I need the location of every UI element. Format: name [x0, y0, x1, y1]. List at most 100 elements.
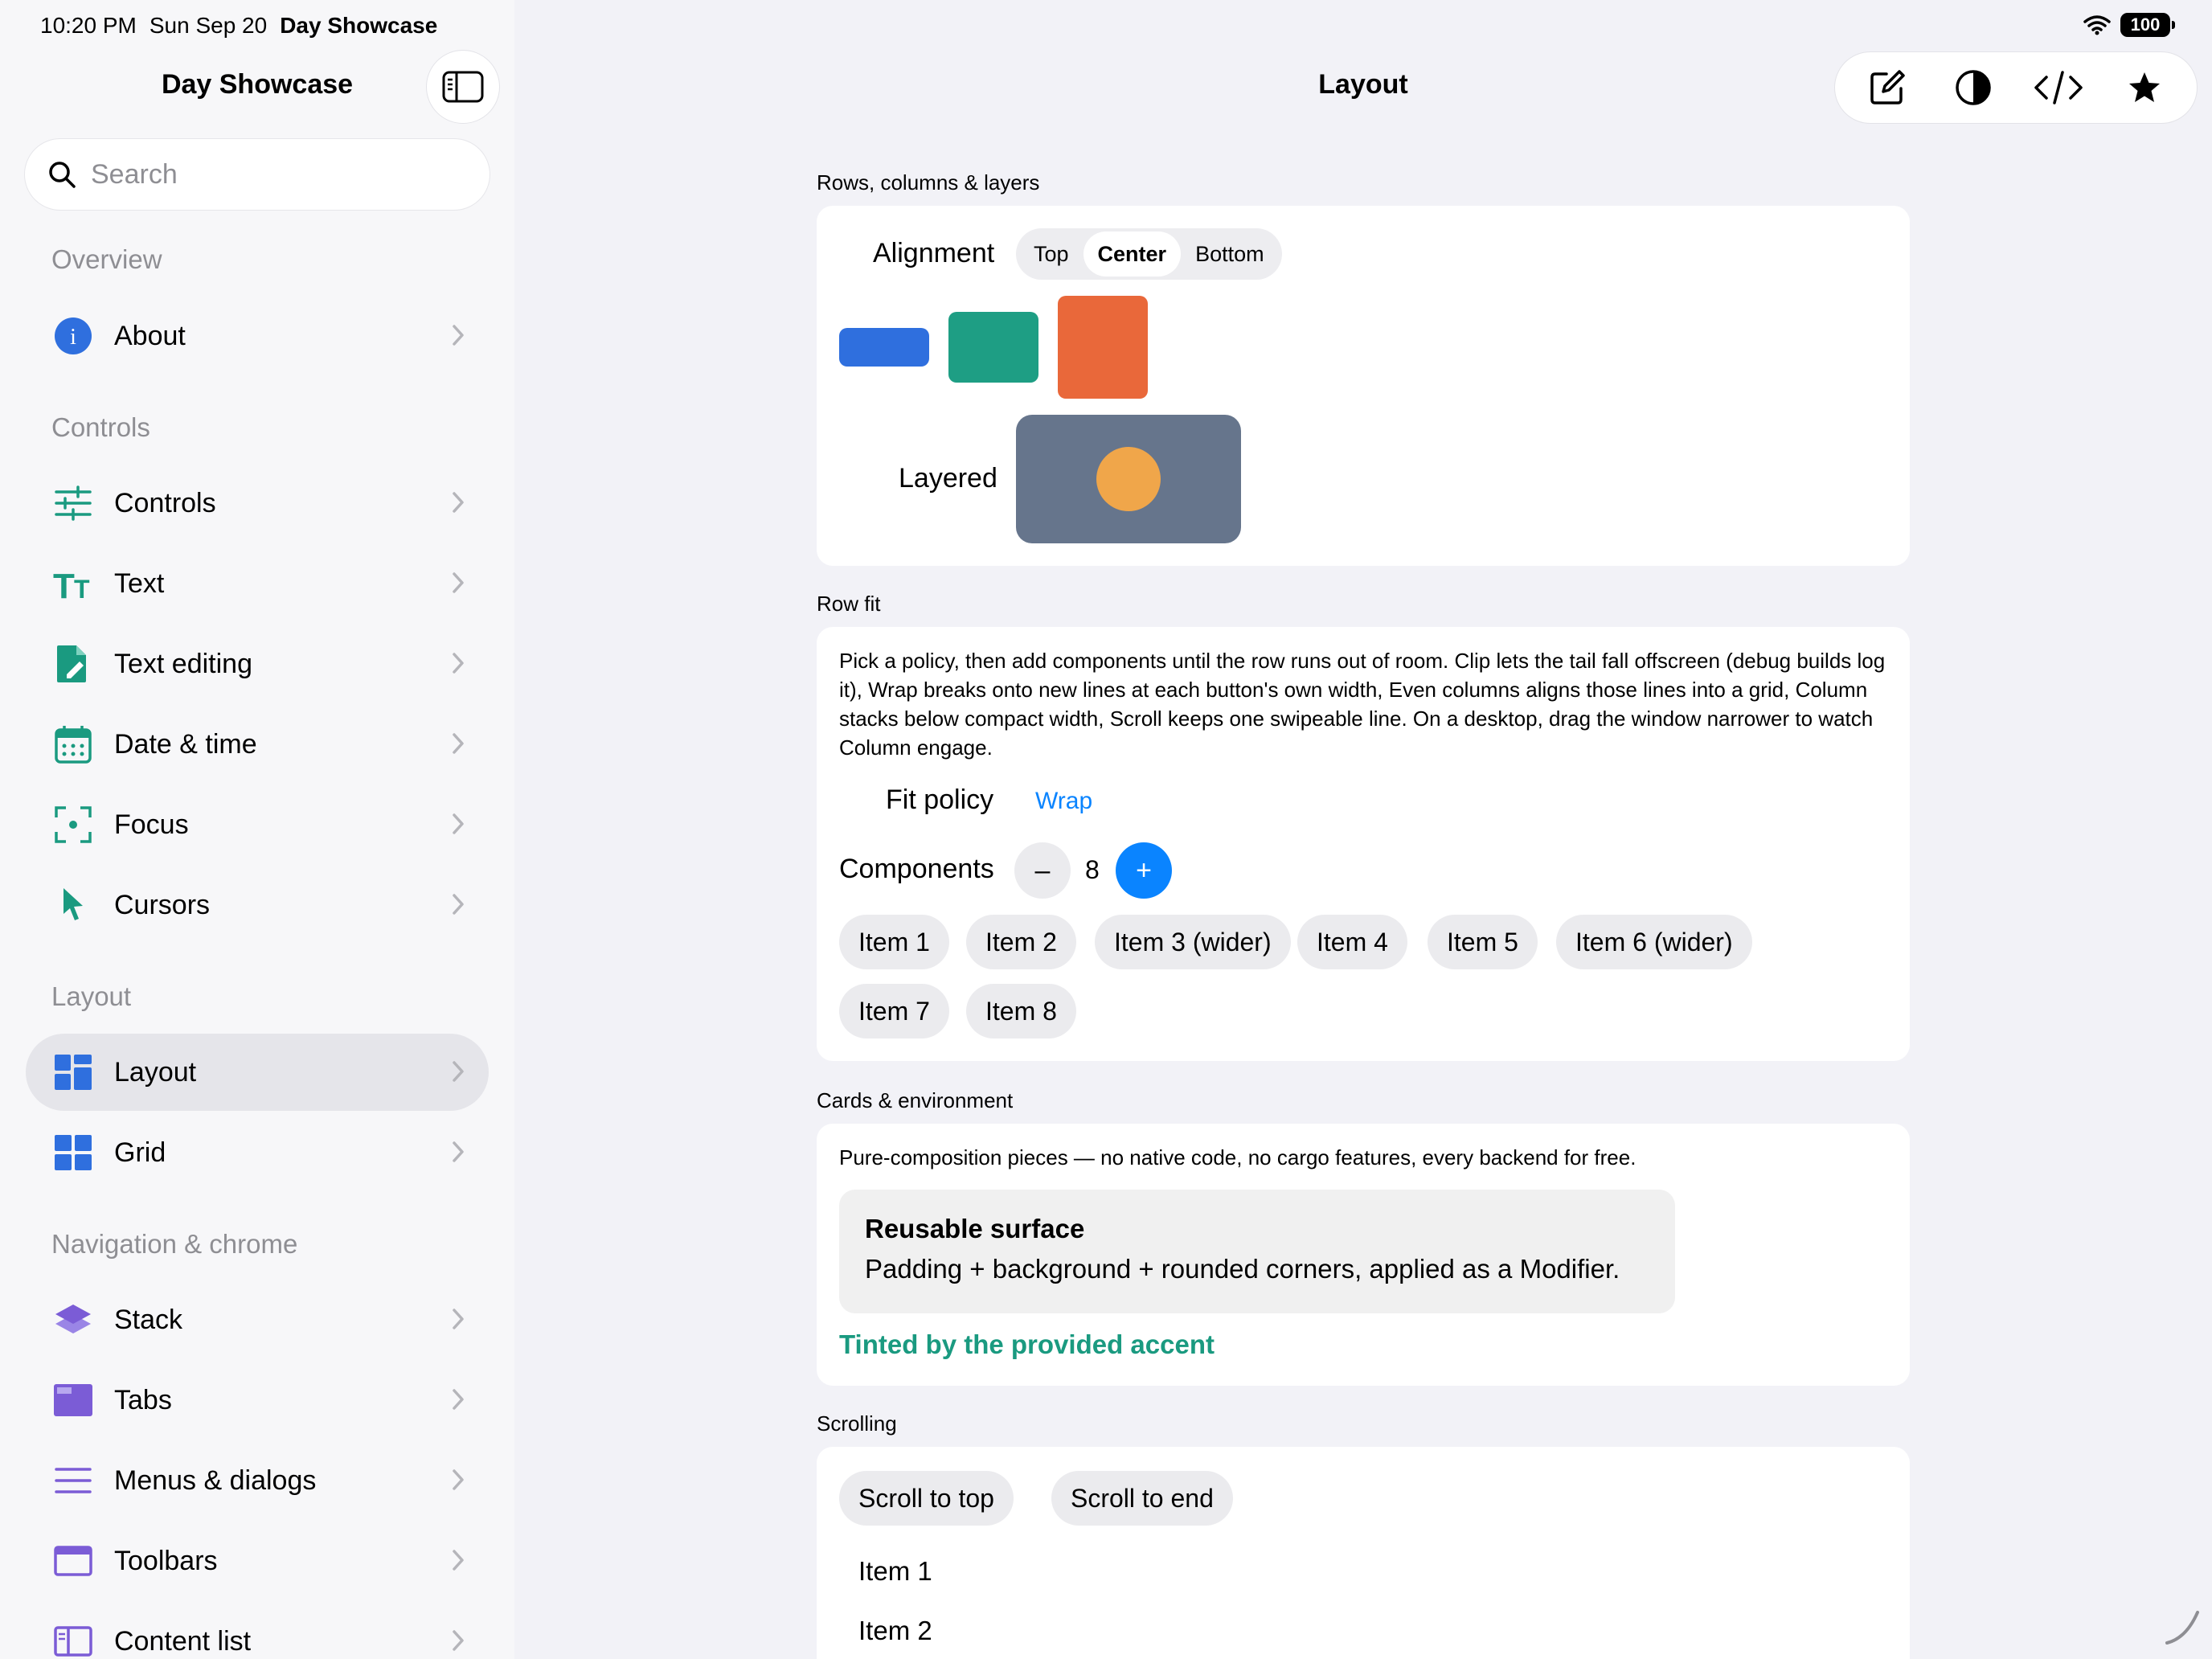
chevron-right-icon	[453, 572, 464, 593]
row-item-chip[interactable]: Item 6 (wider)	[1556, 915, 1752, 969]
sliders-icon	[53, 483, 93, 523]
row-item-chip[interactable]: Item 2	[966, 915, 1076, 969]
star-icon	[2128, 72, 2160, 102]
sidebar-item-text[interactable]: TT Text	[26, 545, 489, 622]
components-count: 8	[1085, 855, 1100, 884]
status-date: Sun Sep 20	[149, 13, 268, 38]
document-edit-icon	[53, 644, 93, 684]
increment-button[interactable]: +	[1116, 842, 1172, 899]
cards-description: Pure-composition pieces — no native code…	[839, 1145, 1636, 1169]
surface-title: Reusable surface	[865, 1214, 1085, 1243]
sidebar-item-label: Cursors	[114, 889, 211, 920]
sidebar-icon	[442, 71, 484, 103]
sidebar-item-label: Date & time	[114, 728, 257, 760]
row-fit-description: Pick a policy, then add components until…	[839, 649, 1886, 760]
section-title-cards: Cards & environment	[817, 1088, 1014, 1112]
row-fit-card: Pick a policy, then add components until…	[817, 627, 1910, 1061]
section-title-rows: Rows, columns & layers	[817, 170, 1040, 195]
status-bar-left: 10:20 PM Sun Sep 20 Day Showcase	[40, 13, 437, 39]
text-size-icon: TT	[53, 563, 93, 604]
chevron-right-icon	[453, 325, 464, 346]
favorite-button[interactable]	[2108, 55, 2181, 120]
sidebar-item-stack[interactable]: Stack	[26, 1281, 489, 1358]
row-item-chip[interactable]: Item 8	[966, 984, 1076, 1038]
row-item-chip[interactable]: Item 3 (wider)	[1095, 915, 1291, 969]
chevron-right-icon	[453, 1550, 464, 1571]
cursor-icon	[53, 885, 93, 925]
search-icon	[49, 162, 76, 188]
layout-icon	[53, 1052, 93, 1092]
chevron-right-icon	[453, 653, 464, 674]
section-header-layout: Layout	[51, 981, 132, 1011]
search-input[interactable]	[91, 158, 461, 190]
stack-icon	[53, 1300, 93, 1340]
alignment-option-center[interactable]: Center	[1083, 231, 1182, 276]
sidebar-item-label: Toolbars	[114, 1545, 218, 1576]
row-item-chip[interactable]: Item 7	[839, 984, 949, 1038]
info-icon: i	[53, 316, 93, 356]
sidebar-item-toolbars[interactable]: Toolbars	[26, 1522, 489, 1600]
green-rectangle	[948, 312, 1038, 383]
sidebar-item-label: Focus	[114, 809, 189, 840]
alignment-segmented-control: Top Center Bottom	[1016, 228, 1282, 280]
focus-icon	[53, 805, 93, 845]
appearance-toggle-button[interactable]	[1937, 55, 2009, 120]
main-content: 100 Layout Rows, columns & layers Alignm…	[514, 0, 2212, 1659]
components-label: Components	[839, 854, 994, 884]
sidebar-item-label: Menus & dialogs	[114, 1464, 317, 1496]
content-list-icon	[53, 1621, 93, 1659]
sidebar-item-about[interactable]: i About	[26, 297, 489, 375]
scroll-to-end-button[interactable]: Scroll to end	[1051, 1471, 1233, 1526]
chevron-right-icon	[453, 1389, 464, 1410]
sidebar-toggle-button[interactable]	[426, 50, 500, 124]
fit-policy-picker[interactable]: Wrap	[1035, 788, 1092, 815]
sidebar-item-cursors[interactable]: Cursors	[26, 866, 489, 944]
chevron-right-icon	[453, 1141, 464, 1162]
row-item-chip[interactable]: Item 1	[839, 915, 949, 969]
scroll-indicator-icon	[2165, 1611, 2199, 1645]
sidebar-item-label: Tabs	[114, 1384, 172, 1415]
sidebar-item-grid[interactable]: Grid	[26, 1114, 489, 1191]
fit-policy-label: Fit policy	[886, 784, 994, 815]
scroll-to-top-button[interactable]: Scroll to top	[839, 1471, 1014, 1526]
sidebar-item-tabs[interactable]: Tabs	[26, 1362, 489, 1439]
scrolling-card: Scroll to top Scroll to end Item 1 Item …	[817, 1447, 1910, 1659]
sidebar-item-controls[interactable]: Controls	[26, 465, 489, 542]
compose-button[interactable]	[1851, 55, 1923, 120]
search-bar[interactable]	[24, 138, 490, 211]
menu-lines-icon	[53, 1460, 93, 1501]
status-bar-right: 100	[2083, 13, 2175, 37]
svg-text:T: T	[74, 575, 90, 601]
layered-label: Layered	[899, 463, 997, 494]
calendar-icon	[53, 724, 93, 764]
alignment-option-bottom[interactable]: Bottom	[1181, 231, 1279, 276]
row-item-chip[interactable]: Item 4	[1297, 915, 1407, 969]
view-code-button[interactable]	[2022, 55, 2095, 120]
chevron-right-icon	[453, 1469, 464, 1490]
chevron-right-icon	[453, 1630, 464, 1651]
blue-rectangle	[839, 328, 929, 367]
sidebar-item-focus[interactable]: Focus	[26, 786, 489, 863]
layered-circle	[1096, 447, 1161, 511]
top-toolbar	[1834, 51, 2198, 124]
sidebar-item-menus-dialogs[interactable]: Menus & dialogs	[26, 1442, 489, 1519]
rows-card: Alignment Top Center Bottom Layered	[817, 206, 1910, 566]
sidebar: 10:20 PM Sun Sep 20 Day Showcase Day Sho…	[0, 0, 514, 1659]
chevron-right-icon	[453, 894, 464, 915]
row-item-chip[interactable]: Item 5	[1428, 915, 1538, 969]
sidebar-item-content-list[interactable]: Content list	[26, 1603, 489, 1659]
sidebar-item-layout[interactable]: Layout	[26, 1034, 489, 1111]
chevron-right-icon	[453, 813, 464, 834]
decrement-button[interactable]: –	[1014, 842, 1071, 899]
sidebar-item-text-editing[interactable]: Text editing	[26, 625, 489, 703]
battery-indicator: 100	[2120, 13, 2175, 37]
surface-body: Padding + background + rounded corners, …	[865, 1254, 1620, 1284]
alignment-label: Alignment	[873, 238, 995, 268]
sidebar-item-label: Content list	[114, 1625, 252, 1657]
sidebar-item-date-time[interactable]: Date & time	[26, 706, 489, 783]
grid-icon	[53, 1133, 93, 1173]
sidebar-item-label: Grid	[114, 1137, 166, 1168]
section-header-controls: Controls	[51, 412, 150, 442]
toolbar-window-icon	[53, 1541, 93, 1581]
alignment-option-top[interactable]: Top	[1019, 231, 1083, 276]
